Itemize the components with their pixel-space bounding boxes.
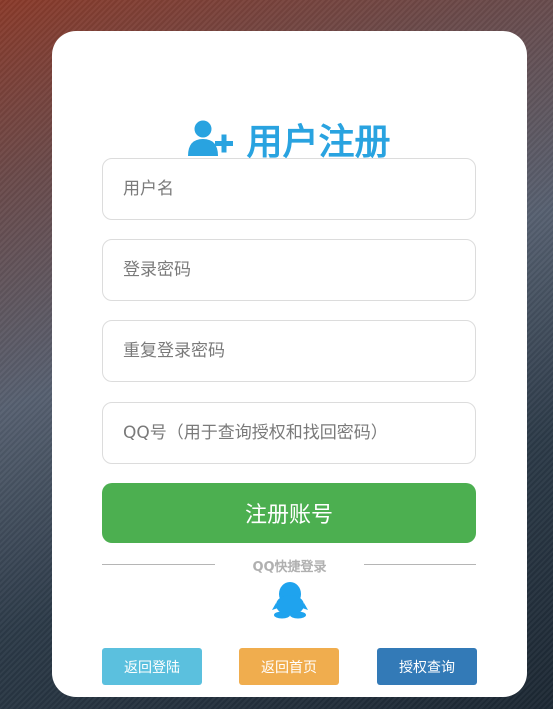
qq-login-button[interactable] xyxy=(271,581,309,619)
page-title: 用户注册 xyxy=(52,115,527,163)
register-button[interactable]: 注册账号 xyxy=(102,483,476,543)
qq-penguin-icon xyxy=(272,582,308,619)
back-to-login-button[interactable]: 返回登陆 xyxy=(102,648,202,685)
license-query-button[interactable]: 授权查询 xyxy=(377,648,477,685)
divider-right xyxy=(364,564,476,565)
divider-left xyxy=(102,564,215,565)
register-card: 用户注册 注册账号 QQ快捷登录 返回登陆 返回首页 授权查询 xyxy=(52,31,527,697)
username-input[interactable] xyxy=(102,158,476,220)
qq-quick-login-label: QQ快捷登录 xyxy=(252,560,327,575)
repeat-password-input[interactable] xyxy=(102,320,476,382)
qq-number-input[interactable] xyxy=(102,402,476,464)
user-plus-icon xyxy=(188,120,234,156)
back-to-home-button[interactable]: 返回首页 xyxy=(239,648,339,685)
password-input[interactable] xyxy=(102,239,476,301)
